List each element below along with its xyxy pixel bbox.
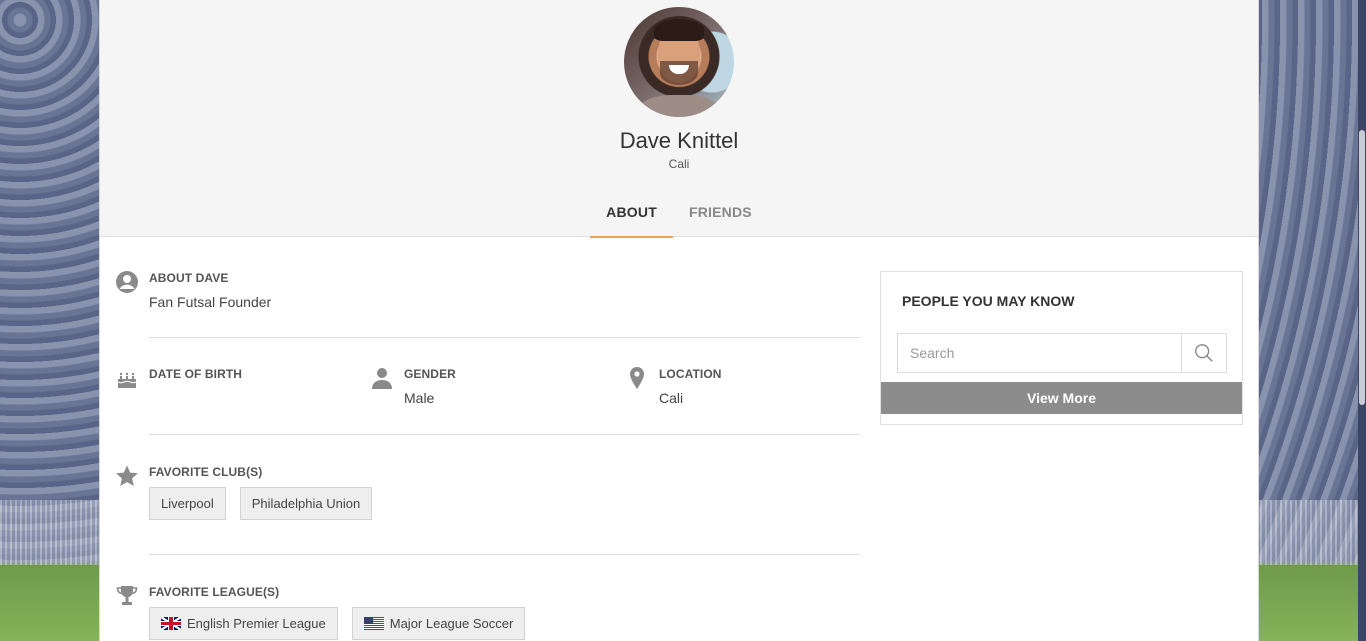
club-chips: Liverpool Philadelphia Union bbox=[149, 487, 373, 520]
view-more-button[interactable]: View More bbox=[881, 382, 1242, 414]
user-circle-icon bbox=[116, 271, 138, 293]
tab-about[interactable]: ABOUT bbox=[590, 200, 673, 238]
about-label: ABOUT DAVE bbox=[149, 271, 229, 285]
profile-tabs: ABOUT FRIENDS bbox=[100, 200, 1258, 238]
gender-label: GENDER bbox=[404, 367, 456, 381]
league-chip-epl[interactable]: English Premier League bbox=[149, 607, 338, 640]
map-pin-icon bbox=[630, 367, 644, 389]
gender-value: Male bbox=[404, 390, 435, 406]
divider bbox=[149, 337, 860, 338]
tab-friends[interactable]: FRIENDS bbox=[673, 200, 768, 238]
person-icon bbox=[372, 368, 392, 389]
favorite-clubs-label: FAVORITE CLUB(S) bbox=[149, 465, 263, 479]
profile-name: Dave Knittel bbox=[619, 128, 739, 153]
club-chip-philadelphia-union[interactable]: Philadelphia Union bbox=[239, 487, 373, 520]
league-chip-label: English Premier League bbox=[187, 616, 326, 631]
panel-title: PEOPLE YOU MAY KNOW bbox=[902, 293, 1075, 309]
league-chip-mls[interactable]: Major League Soccer bbox=[351, 607, 526, 640]
details-section: DATE OF BIRTH GENDER Male LOCATION Cali bbox=[115, 366, 860, 426]
people-search bbox=[897, 333, 1227, 373]
divider bbox=[149, 434, 860, 435]
dob-label: DATE OF BIRTH bbox=[149, 367, 243, 381]
search-icon bbox=[1195, 344, 1213, 362]
scrollbar-thumb[interactable] bbox=[1359, 130, 1365, 405]
us-flag-icon bbox=[363, 617, 384, 630]
star-icon bbox=[116, 465, 138, 486]
avatar bbox=[624, 7, 734, 117]
search-button[interactable] bbox=[1181, 334, 1226, 372]
page-scrollbar[interactable] bbox=[1358, 0, 1366, 641]
league-chips: English Premier League Major League Socc… bbox=[149, 607, 526, 640]
people-search-input[interactable] bbox=[898, 334, 1181, 372]
birthday-cake-icon bbox=[117, 372, 137, 388]
trophy-icon bbox=[116, 586, 138, 605]
profile-header: Dave Knittel Cali ABOUT FRIENDS bbox=[100, 0, 1258, 238]
profile-location: Cali bbox=[668, 157, 690, 171]
uk-flag-icon bbox=[161, 617, 181, 630]
divider bbox=[149, 554, 860, 555]
club-chip-liverpool[interactable]: Liverpool bbox=[149, 487, 226, 520]
profile-main: ABOUT DAVE Fan Futsal Founder DATE OF BI… bbox=[100, 238, 1258, 641]
favorite-leagues-label: FAVORITE LEAGUE(S) bbox=[149, 585, 280, 599]
location-value: Cali bbox=[659, 390, 684, 406]
about-value: Fan Futsal Founder bbox=[149, 294, 272, 310]
location-label: LOCATION bbox=[659, 367, 722, 381]
people-you-may-know-panel: PEOPLE YOU MAY KNOW View More bbox=[880, 271, 1243, 425]
profile-card: Dave Knittel Cali ABOUT FRIENDS ABOUT DA… bbox=[99, 0, 1259, 641]
league-chip-label: Major League Soccer bbox=[389, 616, 514, 631]
